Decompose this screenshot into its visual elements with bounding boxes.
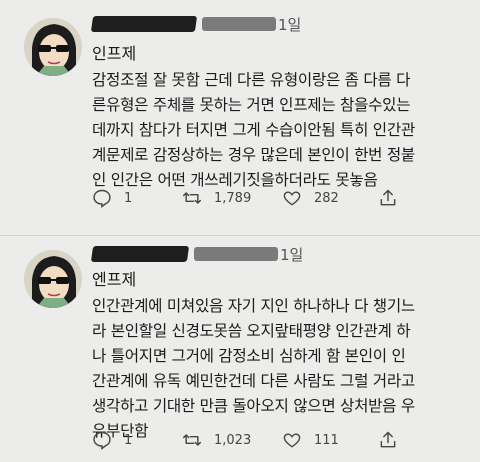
like-count: 282 <box>314 190 339 206</box>
like-count: 111 <box>314 432 339 448</box>
redacted-handle <box>194 247 278 261</box>
tweet-1[interactable]: 1일 인프제 감정조절 잘 못함 근데 다른 유형이랑은 좀 다름 다 른유형은… <box>0 0 480 236</box>
retweet-icon <box>182 192 202 204</box>
tweet-text-line: 계문제로 감정상하는 경우 많은데 본인이 한번 정붙 <box>92 146 415 164</box>
like-button[interactable]: 111 <box>282 430 339 450</box>
tweet-text: 인간관계에 미쳐있음 자기 지인 하나하나 다 챙기느 라 본인할일 신경도못씀… <box>92 294 472 444</box>
retweet-count: 1,789 <box>214 190 252 206</box>
avatar-image <box>24 250 82 308</box>
like-button[interactable]: 282 <box>282 188 339 208</box>
tweet-date[interactable]: 1일 <box>278 14 301 35</box>
reply-icon <box>93 189 111 208</box>
tweet-date[interactable]: 1일 <box>280 244 303 265</box>
tweet-text-line: 인간관계에 미쳐있음 자기 지인 하나하나 다 챙기느 <box>92 297 415 315</box>
reply-count: 1 <box>124 190 133 206</box>
share-button[interactable] <box>378 188 410 208</box>
avatar-image <box>24 18 82 76</box>
reply-button[interactable]: 1 <box>92 188 132 208</box>
redacted-handle <box>202 17 276 31</box>
avatar[interactable] <box>24 250 82 308</box>
reply-icon <box>93 431 111 450</box>
retweet-button[interactable]: 1,023 <box>182 430 251 450</box>
heart-icon <box>283 433 301 448</box>
tweet-header: 1일 <box>90 242 303 266</box>
share-icon <box>380 189 396 206</box>
redacted-display-name <box>90 246 190 262</box>
avatar[interactable] <box>24 18 82 76</box>
tweet-text-line: 나 틀어지면 그거에 감정소비 심하게 함 본인이 인 <box>92 347 406 365</box>
tweet-text-line: 라 본인할일 신경도못씀 오지랖태평양 인간관계 하 <box>92 322 411 340</box>
heart-icon <box>283 191 301 206</box>
retweet-count: 1,023 <box>214 432 252 448</box>
tweet-2[interactable]: 1일 엔프제 인간관계에 미쳐있음 자기 지인 하나하나 다 챙기느 라 본인할… <box>0 236 480 462</box>
redacted-display-name <box>90 16 198 32</box>
share-button[interactable] <box>378 430 410 450</box>
mbti-type-label: 인프제 <box>92 44 137 63</box>
share-icon <box>380 431 396 448</box>
retweet-icon <box>182 434 202 446</box>
reply-button[interactable]: 1 <box>92 430 132 450</box>
tweet-text-line: 른유형은 주체를 못하는 거면 인프제는 참을수있는 <box>92 96 411 114</box>
tweet-text-line: 생각하고 기대한 만큼 돌아오지 않으면 상처받음 우 <box>92 397 415 415</box>
mbti-type-label: 엔프제 <box>92 270 137 289</box>
tweet-text-line: 간관계에 유독 예민한건데 다른 사람도 그럴 거라고 <box>92 372 415 390</box>
retweet-button[interactable]: 1,789 <box>182 188 251 208</box>
tweet-text-line: 감정조절 잘 못함 근데 다른 유형이랑은 좀 다름 다 <box>92 71 411 89</box>
tweet-text: 감정조절 잘 못함 근데 다른 유형이랑은 좀 다름 다 른유형은 주체를 못하… <box>92 68 472 193</box>
tweet-header: 1일 <box>90 12 301 36</box>
reply-count: 1 <box>124 432 133 448</box>
tweet-text-line: 데까지 참다가 터지면 그게 수습이안됨 특히 인간관 <box>92 121 415 139</box>
